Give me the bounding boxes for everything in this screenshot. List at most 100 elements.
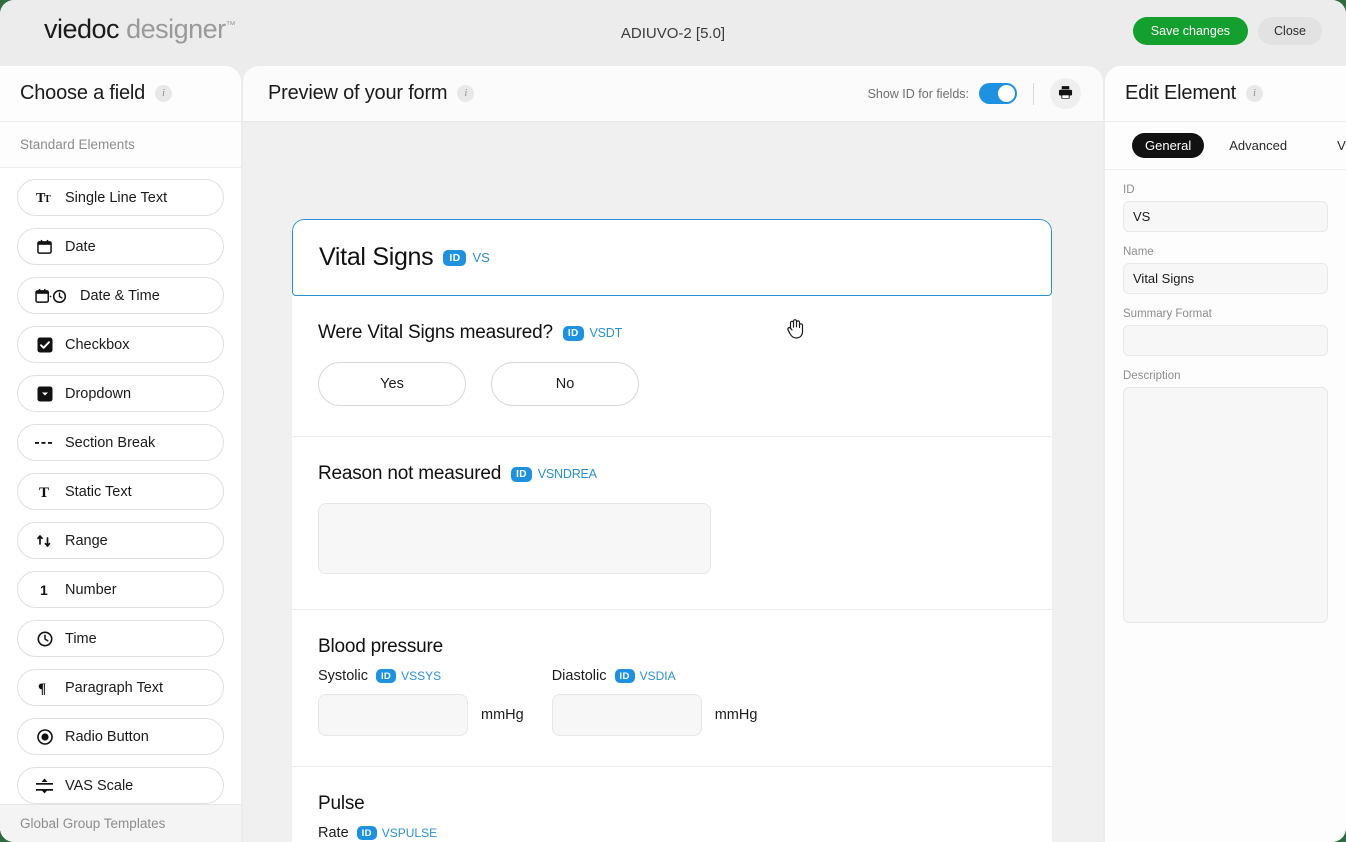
field-chip-label: Range	[65, 532, 108, 549]
question-label: Were Vital Signs measured? ID VSDT	[318, 322, 1026, 344]
systolic-label: Systolic ID VSSYS	[318, 668, 524, 684]
choose-a-field-panel: Choose a field i Standard Elements TT Si…	[0, 66, 241, 842]
form-section-pulse: Pulse Rate ID VSPULSE bpm	[292, 767, 1052, 842]
toggle-knob	[998, 85, 1015, 102]
id-badge: ID	[614, 669, 635, 683]
id-badge: ID	[375, 669, 397, 683]
form-title-row: Vital Signs ID VS	[319, 243, 490, 272]
panels-container: Choose a field i Standard Elements TT Si…	[0, 66, 1346, 842]
field-chip-checkbox[interactable]: Checkbox	[17, 326, 224, 363]
field-chip-label: Static Text	[65, 483, 132, 500]
id-badge: ID	[356, 826, 377, 840]
preview-panel-header: Preview of your form i Show ID for field…	[243, 66, 1103, 122]
field-chip-number[interactable]: 1 Number	[17, 571, 224, 608]
save-changes-button[interactable]: Save changes	[1132, 17, 1249, 45]
field-chip-date[interactable]: Date	[17, 228, 224, 265]
preview-panel-title: Preview of your form	[268, 82, 448, 104]
diastolic-unit: mmHg	[714, 707, 758, 723]
numeral-one-icon: 1	[35, 580, 54, 599]
summary-format-field-input[interactable]	[1123, 325, 1328, 356]
vas-scale-icon	[35, 776, 54, 795]
field-chip-static-text[interactable]: T Static Text	[17, 473, 224, 510]
systolic-unit: mmHg	[481, 707, 524, 723]
description-field-label: Description	[1123, 370, 1181, 382]
divider	[1033, 82, 1034, 105]
right-panel-header: Edit Element i	[1105, 66, 1346, 122]
tab-visibility[interactable]: Visibility	[1324, 133, 1346, 158]
info-icon[interactable]: i	[457, 85, 475, 102]
left-panel-header: Choose a field i	[0, 66, 241, 122]
show-id-toggle[interactable]	[979, 83, 1017, 104]
field-chip-time[interactable]: Time	[17, 620, 224, 657]
field-chip-label: Single Line Text	[65, 189, 168, 206]
show-id-toggle-group: Show ID for fields:	[868, 83, 1017, 104]
field-chip-section-break[interactable]: Section Break	[17, 424, 224, 461]
svg-text:¶: ¶	[38, 681, 46, 695]
field-chip-paragraph-text[interactable]: ¶ Paragraph Text	[17, 669, 224, 706]
name-field-label: Name	[1123, 246, 1154, 258]
id-value: VSSYS	[401, 669, 442, 683]
edit-element-panel: Edit Element i General Advanced Visibili…	[1105, 66, 1346, 842]
field-chip-range[interactable]: Range	[17, 522, 224, 559]
name-field-input[interactable]	[1123, 263, 1328, 294]
clock-icon	[35, 629, 54, 648]
field-chip-label: Radio Button	[65, 728, 149, 745]
option-no-button[interactable]: No	[491, 362, 639, 406]
question-text: Reason not measured	[318, 463, 502, 484]
edit-element-fields: ID Name Summary Format Description	[1105, 170, 1346, 628]
blood-pressure-inputs: Systolic ID VSSYS mmHg Diastolic ID VSDI…	[318, 668, 1026, 736]
diastolic-label: Diastolic ID VSDIA	[552, 668, 758, 684]
form-canvas: Vital Signs ID VS Were Vital Signs measu…	[243, 123, 1103, 842]
radio-button-icon	[35, 727, 54, 746]
form-header-selected[interactable]: Vital Signs ID VS	[292, 219, 1052, 296]
sub-label-text: Rate	[318, 825, 349, 841]
field-chip-label: Date & Time	[80, 287, 160, 304]
section-title: Blood pressure	[318, 636, 443, 657]
form-card: Vital Signs ID VS Were Vital Signs measu…	[292, 219, 1052, 842]
field-type-list[interactable]: TT Single Line Text Date Date & Time Che…	[0, 169, 241, 804]
svg-text:T: T	[44, 194, 51, 205]
systolic-input-line: mmHg	[318, 694, 524, 736]
field-chip-dropdown[interactable]: Dropdown	[17, 375, 224, 412]
id-field-input[interactable]	[1123, 201, 1328, 232]
section-title: Pulse	[318, 793, 365, 814]
id-field-label: ID	[1123, 184, 1135, 196]
diastolic-group: Diastolic ID VSDIA mmHg	[551, 668, 758, 736]
option-yes-button[interactable]: Yes	[318, 362, 466, 406]
systolic-input[interactable]	[318, 694, 468, 736]
field-chip-label: Paragraph Text	[65, 679, 164, 696]
close-button[interactable]: Close	[1258, 17, 1322, 45]
field-chip-single-line-text[interactable]: TT Single Line Text	[17, 179, 224, 216]
global-group-templates-label[interactable]: Global Group Templates	[0, 804, 241, 842]
tab-general[interactable]: General	[1132, 133, 1205, 158]
sub-label-text: Diastolic	[551, 668, 607, 684]
tab-advanced[interactable]: Advanced	[1216, 133, 1300, 158]
field-chip-label: Date	[65, 238, 96, 255]
edit-element-tabs: General Advanced Visibility	[1105, 122, 1346, 170]
text-format-icon: TT	[35, 188, 54, 207]
id-value: VSNDREA	[537, 467, 597, 481]
question-text: Were Vital Signs measured?	[318, 322, 553, 343]
sub-label-text: Systolic	[318, 668, 368, 684]
brand-secondary: designer	[126, 14, 226, 44]
field-chip-label: VAS Scale	[65, 777, 134, 794]
right-panel-title: Edit Element	[1125, 82, 1236, 104]
diastolic-input[interactable]	[551, 694, 702, 736]
question-label: Reason not measured ID VSNDREA	[318, 463, 1026, 485]
field-chip-date-time[interactable]: Date & Time	[17, 277, 224, 314]
top-bar: viedoc designer™ ADIUVO-2 [5.0] Save cha…	[0, 0, 1346, 66]
top-bar-actions: Save changes Close	[1132, 17, 1322, 45]
calendar-icon	[35, 237, 54, 256]
id-badge: ID	[443, 249, 467, 266]
choice-options: Yes No	[318, 362, 1026, 406]
left-panel-title: Choose a field	[20, 82, 146, 104]
field-chip-vas-scale[interactable]: VAS Scale	[17, 767, 224, 804]
print-button[interactable]	[1050, 78, 1081, 109]
info-icon[interactable]: i	[155, 85, 173, 102]
field-chip-radio-button[interactable]: Radio Button	[17, 718, 224, 755]
info-icon[interactable]: i	[1246, 85, 1263, 102]
description-field-input[interactable]	[1123, 387, 1328, 623]
field-chip-label: Time	[65, 630, 97, 647]
reason-not-measured-input[interactable]	[318, 503, 711, 574]
diastolic-input-line: mmHg	[551, 694, 758, 736]
